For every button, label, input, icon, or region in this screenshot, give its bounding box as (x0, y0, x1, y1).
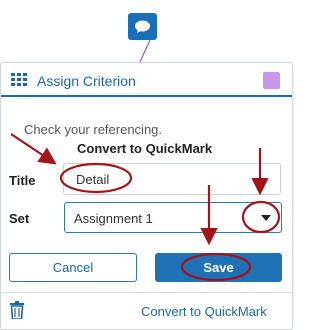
cancel-button[interactable]: Cancel (9, 253, 137, 282)
comment-text: Check your referencing. (24, 122, 163, 137)
title-label: Title (9, 173, 36, 188)
set-dropdown[interactable]: Assignment 1 (64, 202, 282, 233)
popup-header: Assign Criterion (1, 63, 292, 97)
convert-quickmark-link[interactable]: Convert to QuickMark (141, 304, 267, 319)
grid-icon (11, 73, 27, 86)
trash-icon[interactable] (10, 301, 24, 319)
set-selected-value: Assignment 1 (74, 211, 153, 226)
save-button[interactable]: Save (155, 253, 282, 282)
assign-criterion-title[interactable]: Assign Criterion (37, 73, 136, 89)
set-label: Set (9, 211, 30, 226)
chevron-down-icon[interactable] (261, 215, 271, 221)
comment-icon[interactable] (128, 13, 157, 40)
title-input[interactable] (63, 163, 281, 195)
quickmark-popup: Assign Criterion (0, 62, 293, 330)
footer-divider (0, 292, 293, 293)
dialog-title: Convert to QuickMark (77, 141, 213, 156)
color-swatch[interactable] (263, 72, 280, 89)
